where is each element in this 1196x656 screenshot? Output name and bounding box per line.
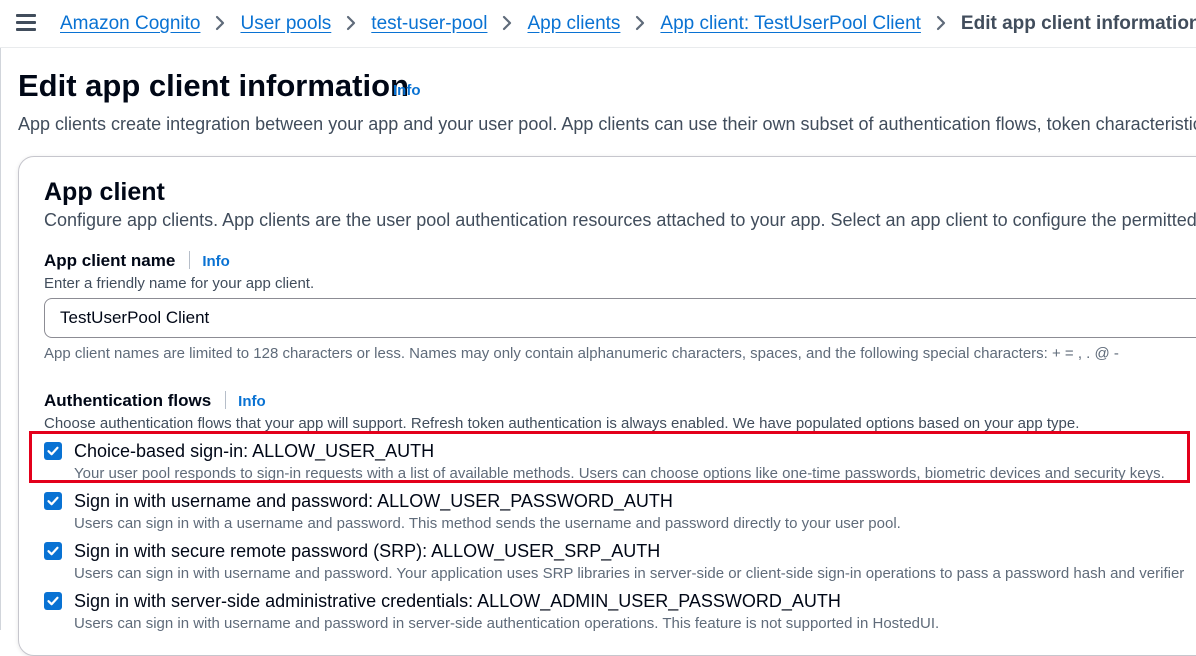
checkbox-checked[interactable] — [44, 592, 62, 610]
auth-flow-description: Users can sign in with username and pass… — [74, 565, 1185, 582]
app-client-name-info-link[interactable]: Info — [202, 253, 230, 270]
checkmark-icon — [47, 596, 59, 606]
app-client-name-input[interactable]: TestUserPool Client — [44, 298, 1196, 338]
app-client-name-constraint: App client names are limited to 128 char… — [44, 345, 1119, 362]
page-info-link[interactable]: Info — [393, 82, 421, 99]
auth-flow-description: Users can sign in with a username and pa… — [74, 515, 901, 532]
auth-flows-label: Authentication flows — [44, 391, 212, 410]
auth-flow-label: Sign in with username and password: ALLO… — [74, 491, 673, 511]
auth-flows-label-row: Authentication flows Info — [44, 390, 266, 412]
app-client-name-label-row: App client name Info — [44, 250, 230, 272]
panel-title: App client — [44, 178, 165, 206]
app-client-name-description: Enter a friendly name for your app clien… — [44, 275, 315, 292]
top-navigation-bar: Amazon Cognito User pools test-user-pool Ap… — [0, 0, 1196, 48]
panel-description: Configure app clients. App clients are t… — [44, 210, 1196, 230]
checkmark-icon — [47, 496, 59, 506]
chevron-right-icon — [921, 11, 961, 37]
chevron-right-icon — [487, 11, 527, 37]
label-divider — [225, 391, 227, 409]
app-client-name-label: App client name — [44, 251, 176, 270]
breadcrumb-current-page: Edit app client information — [960, 13, 1196, 34]
breadcrumb-app-clients[interactable]: App clients — [527, 13, 620, 34]
auth-flow-label: Sign in with secure remote password (SRP… — [74, 541, 661, 561]
page-title: Edit app client information — [18, 68, 409, 103]
checkbox-checked[interactable] — [44, 492, 62, 510]
chevron-right-icon — [620, 11, 660, 37]
chevron-right-icon — [331, 11, 371, 37]
breadcrumb-amazon-cognito[interactable]: Amazon Cognito — [60, 13, 200, 34]
content-left-border — [0, 48, 1, 630]
checkbox-checked[interactable] — [44, 542, 62, 560]
hamburger-menu-icon[interactable] — [16, 14, 36, 32]
breadcrumb-app-client[interactable]: App client: TestUserPool Client — [660, 13, 921, 34]
auth-flow-label: Sign in with server-side administrative … — [74, 591, 841, 611]
breadcrumb-test-user-pool[interactable]: test-user-pool — [371, 13, 487, 34]
label-divider — [189, 251, 191, 269]
checkmark-icon — [47, 546, 59, 556]
highlight-annotation-box — [29, 431, 1190, 483]
auth-flow-description: Users can sign in with username and pass… — [74, 615, 940, 632]
chevron-right-icon — [200, 11, 240, 37]
breadcrumb-user-pools[interactable]: User pools — [240, 13, 331, 34]
page-description: App clients create integration between y… — [18, 114, 1196, 134]
breadcrumb: Amazon Cognito User pools test-user-pool Ap… — [60, 11, 1196, 37]
auth-flows-info-link[interactable]: Info — [238, 393, 266, 410]
